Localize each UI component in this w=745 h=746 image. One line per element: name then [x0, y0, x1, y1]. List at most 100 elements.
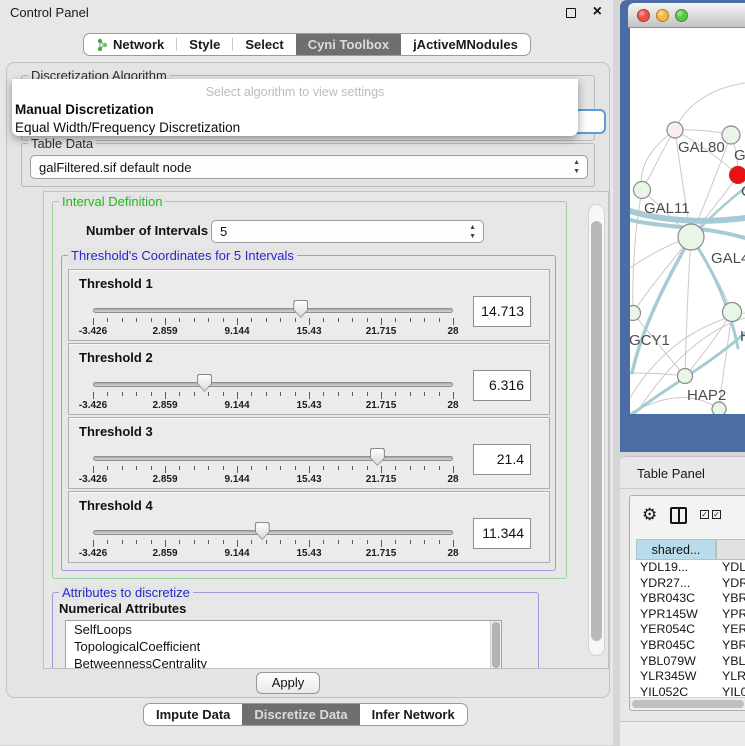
attribute-list-item[interactable]: SelfLoops: [66, 621, 501, 638]
panel-vertical-scrollbar[interactable]: [588, 204, 605, 656]
table-row[interactable]: YLR345W YLR3: [630, 669, 745, 685]
slider-tick: [453, 392, 454, 399]
slider-tick-label: 2.859: [152, 474, 177, 485]
table-row[interactable]: YIL052CYIL0: [630, 685, 745, 697]
threshold-slider[interactable]: -3.4262.8599.14415.4321.71528: [93, 418, 453, 490]
tab-style[interactable]: Style: [177, 34, 232, 55]
network-node[interactable]: [723, 303, 742, 322]
tab-network[interactable]: Network: [84, 34, 176, 55]
gear-icon[interactable]: ⚙: [642, 505, 657, 525]
table-row[interactable]: YBR045CYBR0: [630, 638, 745, 654]
float-window-icon[interactable]: [566, 8, 576, 18]
table-row[interactable]: YPR145WYPR1: [630, 607, 745, 623]
network-node-label: HAP2: [687, 387, 726, 404]
network-node[interactable]: [634, 182, 651, 199]
slider-tick: [237, 318, 238, 325]
table-row[interactable]: YDL19...YDL1: [630, 560, 745, 576]
tab-impute-data[interactable]: Impute Data: [144, 704, 242, 725]
table-row[interactable]: YER054CYER0: [630, 622, 745, 638]
slider-tick: [151, 540, 152, 544]
zoom-traffic-light-icon[interactable]: [675, 9, 688, 22]
algorithm-option[interactable]: Equal Width/Frequency Discretization: [12, 119, 578, 136]
slider-track[interactable]: [93, 530, 453, 535]
cell-name: YLR3: [722, 669, 745, 683]
slider-tick-label: 2.859: [152, 326, 177, 337]
apply-button[interactable]: Apply: [256, 672, 320, 694]
slider-thumb[interactable]: [197, 374, 212, 392]
threshold-value-field[interactable]: 14.713: [473, 296, 531, 327]
column-header-shared-name[interactable]: shared...: [636, 539, 716, 560]
checkbox-icon[interactable]: ✓: [700, 510, 709, 519]
slider-thumb[interactable]: [370, 448, 385, 466]
slider-tick: [165, 466, 166, 473]
slider-tick: [223, 540, 224, 544]
slider-tick: [381, 466, 382, 473]
slider-tick: [179, 466, 180, 470]
threshold-value-field[interactable]: 11.344: [473, 518, 531, 549]
table-data-legend: Table Data: [28, 136, 96, 151]
tab-label: Style: [189, 37, 220, 52]
threshold-box: Threshold 1-3.4262.8599.14415.4321.71528…: [68, 269, 550, 341]
attributes-scrollbar-thumb[interactable]: [492, 622, 500, 668]
attributes-legend: Attributes to discretize: [59, 585, 193, 600]
threshold-slider[interactable]: -3.4262.8599.14415.4321.71528: [93, 344, 453, 416]
threshold-value-field[interactable]: 6.316: [473, 370, 531, 401]
slider-thumb[interactable]: [293, 300, 308, 318]
slider-tick: [237, 540, 238, 547]
tab-infer-network[interactable]: Infer Network: [360, 704, 467, 725]
network-canvas[interactable]: GAL80GACGAL11GAL4GCY1HHAP2: [630, 28, 745, 414]
network-node[interactable]: [730, 167, 745, 184]
slider-tick: [266, 540, 267, 544]
minimize-traffic-light-icon[interactable]: [656, 9, 669, 22]
slider-track[interactable]: [93, 382, 453, 387]
close-traffic-light-icon[interactable]: [637, 9, 650, 22]
slider-track[interactable]: [93, 456, 453, 461]
network-node[interactable]: [678, 369, 693, 384]
slider-tick: [107, 466, 108, 470]
column-header-name[interactable]: na: [716, 539, 745, 560]
attributes-scrollbar[interactable]: [490, 621, 501, 669]
threshold-slider[interactable]: -3.4262.8599.14415.4321.71528: [93, 492, 453, 564]
attributes-listbox[interactable]: SelfLoopsTopologicalCoefficientBetweenne…: [65, 620, 502, 669]
slider-tick: [194, 466, 195, 470]
tab-cyni-toolbox[interactable]: Cyni Toolbox: [296, 34, 401, 55]
table-row[interactable]: YBR043CYBR0: [630, 591, 745, 607]
table-row[interactable]: YDR27...YDR2: [630, 576, 745, 592]
threshold-slider[interactable]: -3.4262.8599.14415.4321.71528: [93, 270, 453, 342]
table-hscrollbar-thumb[interactable]: [632, 700, 744, 708]
slider-tick: [165, 392, 166, 399]
slider-tick: [280, 466, 281, 470]
slider-tick-label: 28: [447, 474, 458, 485]
slider-thumb[interactable]: [255, 522, 270, 540]
slider-tick: [309, 392, 310, 399]
table-row[interactable]: YBL079WYBL0: [630, 654, 745, 670]
network-node[interactable]: [667, 122, 683, 138]
checkbox-icon[interactable]: ✓: [712, 510, 721, 519]
close-icon[interactable]: ×: [593, 2, 602, 22]
cell-shared-name: YLR345W: [640, 669, 696, 683]
tab-label: Select: [245, 37, 283, 52]
slider-tick: [323, 318, 324, 322]
num-intervals-combobox[interactable]: 5 ▲▼: [211, 220, 484, 243]
cell-shared-name: YER054C: [640, 622, 695, 636]
table-panel-separator: [620, 488, 745, 489]
slider-tick: [424, 466, 425, 470]
tab-discretize-data[interactable]: Discretize Data: [242, 704, 359, 725]
panel-scrollbar-thumb[interactable]: [591, 221, 602, 641]
tab-select[interactable]: Select: [233, 34, 295, 55]
tab-jactivemnodules[interactable]: jActiveMNodules: [401, 34, 530, 55]
table-data-combobox[interactable]: galFiltered.sif default node ▲▼: [30, 155, 588, 179]
slider-tick: [194, 392, 195, 396]
attribute-list-item[interactable]: TopologicalCoefficient: [66, 638, 501, 655]
table-horizontal-scrollbar[interactable]: [630, 697, 745, 709]
threshold-value-field[interactable]: 21.4: [473, 444, 531, 475]
network-node[interactable]: [678, 224, 704, 250]
algorithm-option[interactable]: Manual Discretization: [12, 101, 578, 119]
slider-tick: [136, 540, 137, 544]
slider-tick: [251, 318, 252, 322]
network-node[interactable]: [630, 306, 641, 321]
split-columns-icon[interactable]: [670, 507, 687, 524]
slider-track[interactable]: [93, 308, 453, 313]
attribute-list-item[interactable]: BetweennessCentrality: [66, 655, 501, 669]
algorithm-placeholder-option[interactable]: Select algorithm to view settings: [12, 79, 578, 101]
